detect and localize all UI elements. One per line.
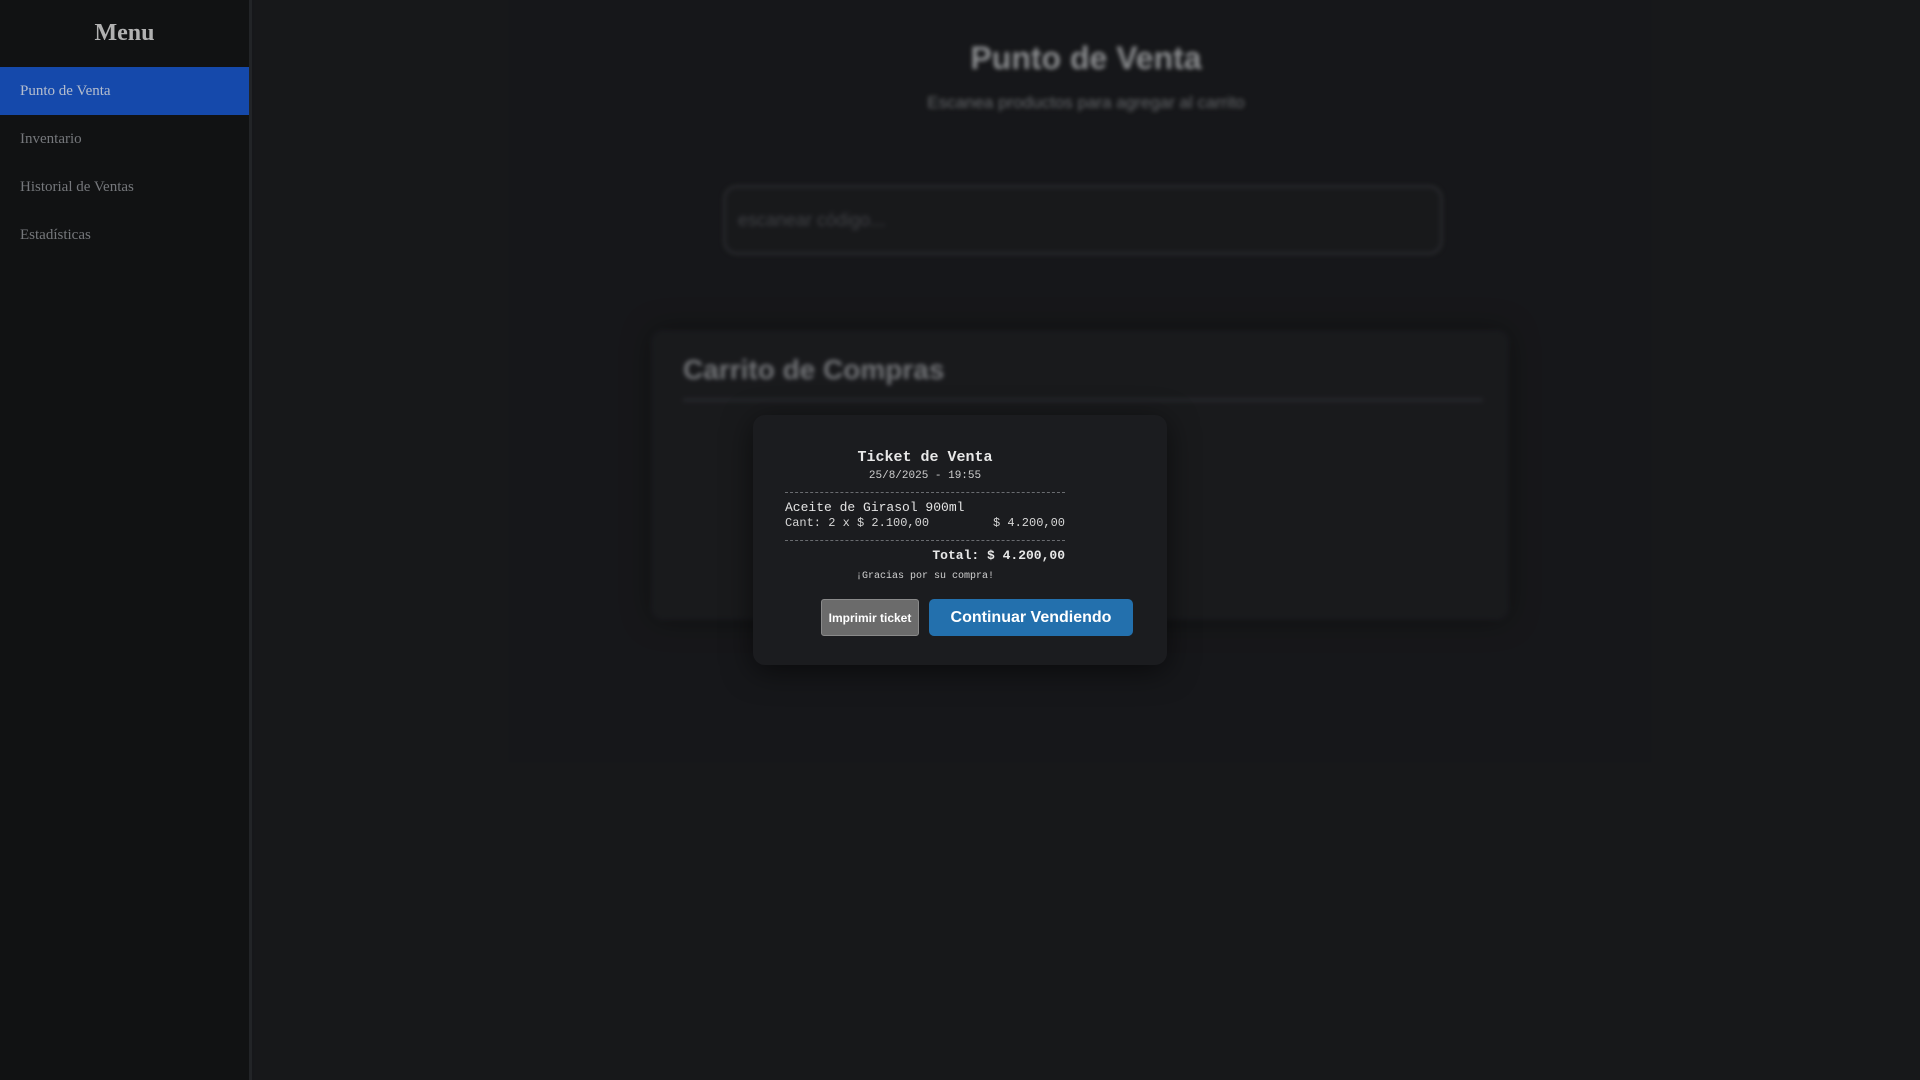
ticket-divider	[785, 540, 1065, 541]
ticket-item-name: Aceite de Girasol 900ml	[785, 500, 965, 515]
ticket-modal: Ticket de Venta 25/8/2025 - 19:55 Aceite…	[753, 415, 1167, 665]
ticket-item-subtotal: $ 4.200,00	[992, 516, 1065, 530]
ticket-title: Ticket de Venta	[857, 449, 993, 466]
pos-app: Menu Punto de Venta Inventario Historial…	[0, 0, 1920, 1080]
ticket-divider	[785, 492, 1065, 493]
ticket-thanks: ¡Gracias por su compra!	[855, 571, 995, 582]
modal-actions: Imprimir ticket Continuar Vendiendo	[821, 599, 1133, 636]
ticket-datetime: 25/8/2025 - 19:55	[868, 470, 982, 482]
ticket-total: Total: $ 4.200,00	[932, 548, 1065, 563]
ticket-item-line: Cant: 2 x $ 2.100,00 $ 4.200,00	[785, 516, 1065, 532]
print-ticket-button[interactable]: Imprimir ticket	[821, 599, 919, 636]
ticket-item: Aceite de Girasol 900ml Cant: 2 x $ 2.10…	[785, 500, 1065, 532]
sale-ticket: Ticket de Venta 25/8/2025 - 19:55 Aceite…	[785, 449, 1065, 584]
ticket-item-qty: Cant: 2 x $ 2.100,00	[785, 516, 930, 530]
continue-selling-button[interactable]: Continuar Vendiendo	[929, 599, 1133, 636]
